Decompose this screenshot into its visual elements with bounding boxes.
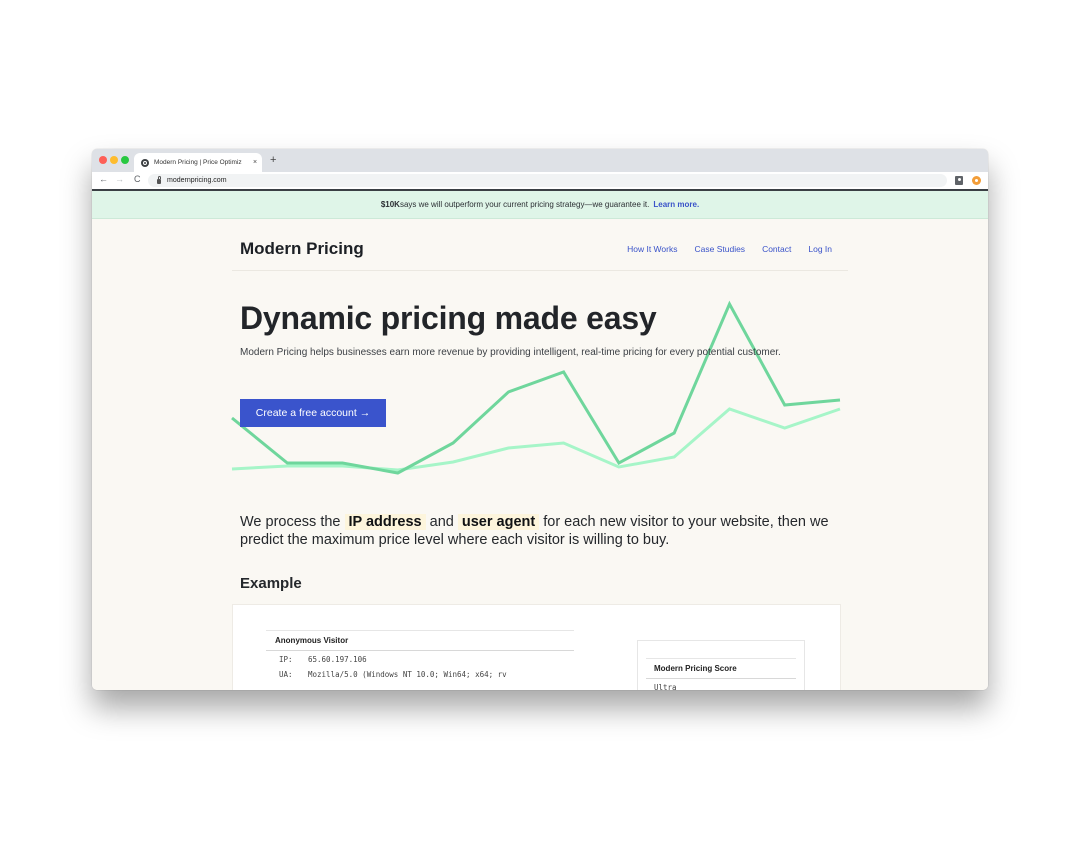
profile-badge-icon[interactable] (955, 176, 963, 185)
maximize-window-button[interactable] (121, 156, 129, 164)
hero-subtitle: Modern Pricing helps businesses earn mor… (240, 347, 781, 358)
create-account-button[interactable]: Create a free account → (240, 399, 386, 427)
close-window-button[interactable] (99, 156, 107, 164)
browser-toolbar: ← → C modernpricing.com (92, 172, 988, 191)
new-tab-button[interactable]: + (270, 154, 276, 166)
web-page: $10K says we will outperform your curren… (92, 191, 988, 690)
browser-window: Modern Pricing | Price Optimiz × + ← → C… (92, 149, 988, 690)
tab-title: Modern Pricing | Price Optimiz (154, 159, 242, 166)
globe-icon (141, 158, 149, 167)
browser-tab[interactable]: Modern Pricing | Price Optimiz × (134, 153, 262, 172)
hero-line-chart (231, 300, 841, 475)
tab-close-icon[interactable]: × (253, 159, 257, 166)
forward-arrow-icon[interactable]: → (115, 174, 124, 184)
minimize-window-button[interactable] (110, 156, 118, 164)
lock-icon (157, 176, 161, 184)
back-arrow-icon[interactable]: ← (99, 174, 108, 184)
reload-icon[interactable]: C (134, 174, 141, 184)
extension-icon[interactable] (972, 176, 981, 185)
hero-title: Dynamic pricing made easy (240, 300, 657, 336)
tab-bar: Modern Pricing | Price Optimiz × + (92, 149, 988, 172)
url-text[interactable]: modernpricing.com (167, 177, 227, 184)
address-bar[interactable]: modernpricing.com (148, 174, 947, 187)
